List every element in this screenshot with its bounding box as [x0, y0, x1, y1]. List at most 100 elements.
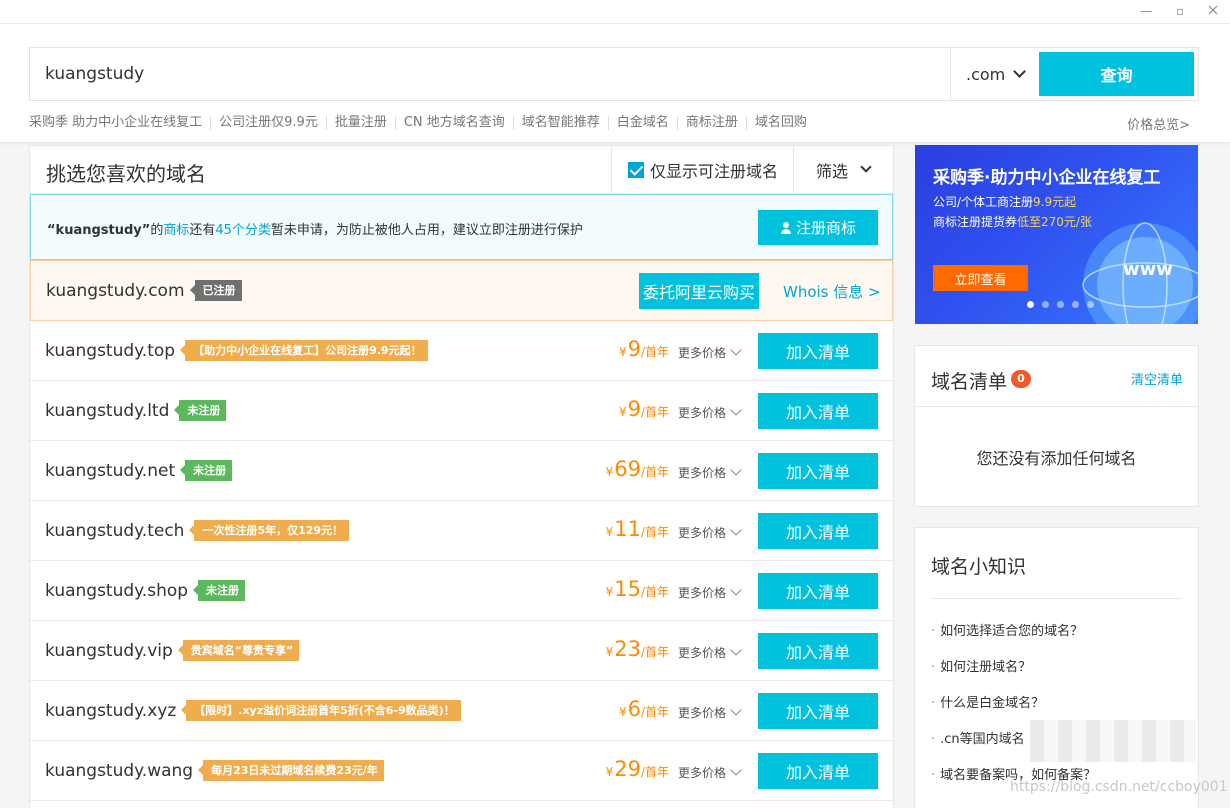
carousel-dot[interactable]: [1072, 301, 1079, 308]
price: ¥9/首年: [619, 337, 669, 361]
quick-link[interactable]: 白金域名: [607, 116, 677, 130]
quick-link[interactable]: CN 地方域名查询: [394, 116, 513, 130]
price: ¥11/首年: [606, 517, 669, 541]
promo-tag: 未注册: [193, 580, 246, 601]
search-button[interactable]: 查询: [1039, 52, 1194, 96]
domain-name-text: kuangstudy.net: [45, 460, 176, 481]
filter-dropdown[interactable]: 筛选: [793, 146, 893, 193]
chevron-down-icon: [730, 523, 742, 536]
broker-purchase-button[interactable]: 委托阿里云购买: [639, 273, 759, 309]
divider: [931, 598, 1182, 599]
price: ¥6/首年: [619, 697, 669, 721]
clear-cart-link[interactable]: 清空清单: [1131, 369, 1183, 388]
more-prices-label: 更多价格: [678, 706, 727, 720]
more-prices-toggle[interactable]: 更多价格: [678, 343, 742, 361]
chevron-down-icon: [730, 763, 742, 776]
domain-row: kuangstudy.ltd 未注册 ¥9/首年 更多价格 加入清单: [30, 381, 893, 441]
quick-link[interactable]: 批量注册: [325, 116, 395, 130]
more-prices-toggle[interactable]: 更多价格: [678, 763, 742, 781]
add-to-cart-button[interactable]: 加入清单: [758, 633, 878, 669]
chevron-down-icon: [730, 703, 742, 716]
price-overview-link[interactable]: 价格总览>: [1127, 114, 1190, 133]
more-prices-toggle[interactable]: 更多价格: [678, 463, 742, 481]
add-to-cart-button[interactable]: 加入清单: [758, 333, 878, 369]
tip-link[interactable]: .cn等国内域名: [931, 728, 1025, 747]
price-value: 9: [627, 397, 641, 421]
quick-link[interactable]: 域名回购: [745, 116, 815, 130]
register-trademark-button[interactable]: 注册商标: [758, 210, 878, 245]
carousel-dot[interactable]: [1087, 301, 1094, 308]
add-to-cart-button[interactable]: 加入清单: [758, 393, 878, 429]
tip-link[interactable]: 如何注册域名？: [931, 656, 1031, 675]
price-currency: ¥: [605, 525, 614, 539]
promo-tag: 【助力中小企业在线复工】公司注册9.9元起！: [180, 340, 428, 361]
more-prices-toggle[interactable]: 更多价格: [678, 403, 742, 421]
price: ¥9/首年: [619, 397, 669, 421]
add-to-cart-button[interactable]: 加入清单: [758, 753, 878, 789]
quick-link[interactable]: 公司注册仅9.9元: [210, 116, 326, 130]
trademark-link[interactable]: 商标: [163, 223, 189, 238]
close-button[interactable]: [1203, 2, 1223, 20]
price-value: 29: [614, 757, 641, 781]
checkbox-checked-icon[interactable]: [628, 161, 644, 178]
tip-link[interactable]: 如何选择适合您的域名？: [931, 620, 1083, 639]
chevron-down-icon: [730, 583, 742, 596]
domain-tips: 域名小知识 如何选择适合您的域名？ 如何注册域名？ 什么是白金域名？ .cn等国…: [914, 527, 1199, 808]
domain-row: kuangstudy.tech 一次性注册5年，仅129元！ ¥11/首年 更多价格 加…: [30, 501, 893, 561]
tip-link[interactable]: 什么是白金域名？: [931, 692, 1044, 711]
blurred-overlay: [1030, 720, 1195, 762]
maximize-button[interactable]: ▫: [1170, 2, 1190, 20]
price-value: 69: [614, 457, 641, 481]
quick-link[interactable]: 域名智能推荐: [512, 116, 608, 130]
quick-links: 采购季 助力中小企业在线复工 公司注册仅9.9元 批量注册 CN 地方域名查询 …: [29, 114, 815, 132]
price: ¥23/首年: [606, 637, 669, 661]
domain-row: kuangstudy.net 未注册 ¥69/首年 更多价格 加入清单: [30, 441, 893, 501]
only-available-toggle[interactable]: 仅显示可注册域名: [611, 146, 793, 193]
add-to-cart-button[interactable]: 加入清单: [758, 693, 878, 729]
minimize-button[interactable]: —: [1136, 2, 1156, 20]
price-unit: /首年: [640, 765, 669, 779]
domain-row: kuangstudy.vip 贵宾域名“尊贵专享” ¥23/首年 更多价格 加入清单: [30, 621, 893, 681]
whois-link[interactable]: Whois 信息 >: [783, 281, 881, 302]
more-prices-toggle[interactable]: 更多价格: [678, 643, 742, 661]
promo-tag: 贵宾域名“尊贵专享”: [177, 640, 300, 661]
more-prices-toggle[interactable]: 更多价格: [678, 703, 742, 721]
quick-link[interactable]: 采购季 助力中小企业在线复工: [29, 116, 210, 130]
results-header: 挑选您喜欢的域名 仅显示可注册域名 筛选: [30, 146, 893, 194]
domain-name: kuangstudy.vip 贵宾域名“尊贵专享”: [45, 640, 300, 661]
domain-name-text: kuangstudy.xyz: [45, 700, 177, 721]
promo-banner[interactable]: www 采购季·助力中小企业在线复工 公司/个体工商注册9.9元起 商标注册提货…: [915, 145, 1198, 324]
more-prices-label: 更多价格: [678, 586, 727, 600]
user-icon: [780, 221, 792, 234]
domain-name: kuangstudy.tech 一次性注册5年，仅129元！: [45, 520, 350, 541]
banner-line-2: 商标注册提货券低至270元/张: [933, 213, 1092, 230]
trademark-categories-link[interactable]: 45个分类: [215, 223, 271, 238]
promo-tag: 未注册: [174, 400, 227, 421]
add-to-cart-button[interactable]: 加入清单: [758, 513, 878, 549]
domain-row-registered: kuangstudy.com 已注册 委托阿里云购买 Whois 信息 >: [30, 260, 893, 321]
more-prices-label: 更多价格: [678, 766, 727, 780]
trademark-text-part: 还有: [189, 223, 216, 238]
carousel-dots: [1027, 301, 1094, 308]
carousel-dot[interactable]: [1042, 301, 1049, 308]
chevron-down-icon: [730, 343, 742, 356]
banner-view-button[interactable]: 立即查看: [933, 265, 1028, 291]
carousel-dot[interactable]: [1027, 301, 1034, 308]
suffix-select[interactable]: .com: [950, 48, 1040, 100]
promo-tag: 未注册: [180, 460, 233, 481]
domain-row: kuangstudy.xyz 【限时】.xyz溢价词注册首年5折(不含6-9数品类…: [30, 681, 893, 741]
domain-name-text: kuangstudy.top: [45, 340, 176, 361]
more-prices-toggle[interactable]: 更多价格: [678, 583, 742, 601]
carousel-dot[interactable]: [1057, 301, 1064, 308]
domain-search-input[interactable]: [30, 48, 950, 100]
price-unit: /首年: [640, 645, 669, 659]
price-unit: /首年: [640, 585, 669, 599]
more-prices-toggle[interactable]: 更多价格: [678, 523, 742, 541]
promo-tag: 每月23日未过期域名续费23元/年: [198, 760, 384, 781]
add-to-cart-button[interactable]: 加入清单: [758, 453, 878, 489]
status-badge: 已注册: [189, 280, 242, 301]
quick-link[interactable]: 商标注册: [676, 116, 746, 130]
add-to-cart-button[interactable]: 加入清单: [758, 573, 878, 609]
more-prices-label: 更多价格: [678, 646, 727, 660]
price-currency: ¥: [605, 645, 614, 659]
